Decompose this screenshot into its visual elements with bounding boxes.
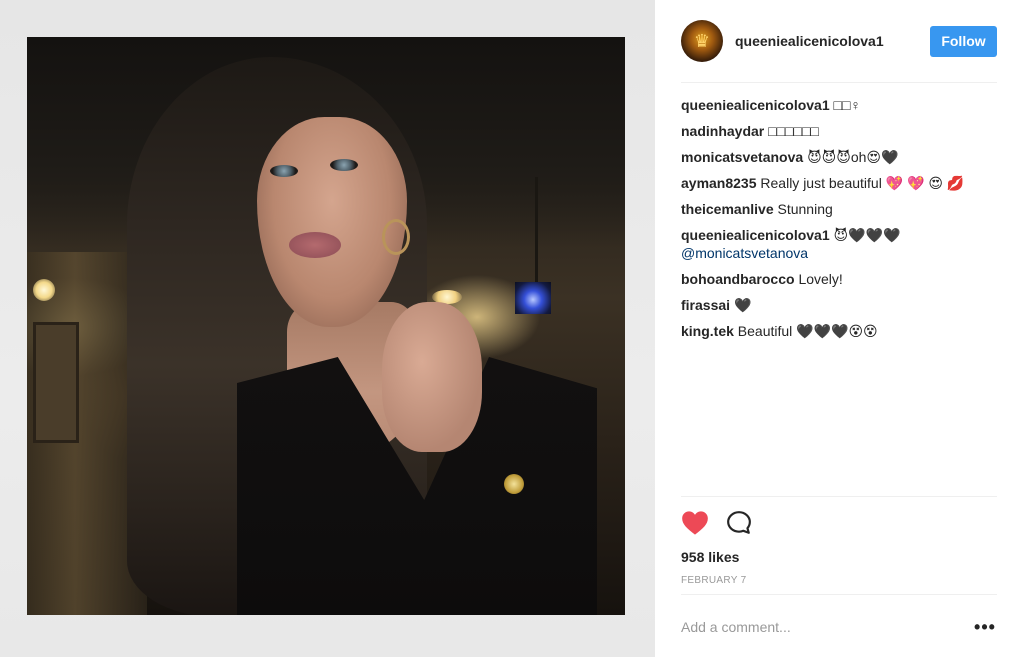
- comment-text: Beautiful 🖤🖤🖤😵😵: [737, 323, 878, 339]
- photo-left-eye: [270, 165, 298, 177]
- comment-author[interactable]: ayman8235: [681, 175, 757, 191]
- photo-pendant-cord: [535, 177, 538, 287]
- comment-text: 😈😈😈oh😍🖤: [807, 149, 899, 165]
- comment-icon[interactable]: [725, 509, 753, 537]
- photo-earring: [382, 219, 410, 255]
- comment-mention-link[interactable]: @monicatsvetanova: [681, 244, 997, 262]
- comment-text: 🖤: [733, 297, 752, 313]
- comment-author[interactable]: nadinhaydar: [681, 123, 764, 139]
- photo-right-eye: [330, 159, 358, 171]
- post-header: ♛ queeniealicenicolova1 Follow: [681, 0, 997, 83]
- avatar-crown-icon[interactable]: ♛: [681, 20, 723, 62]
- comment-author[interactable]: firassai: [681, 297, 730, 313]
- comment-author[interactable]: queeniealicenicolova1: [681, 227, 830, 243]
- comment-author[interactable]: queeniealicenicolova1: [681, 97, 830, 113]
- add-comment-input[interactable]: [681, 618, 973, 635]
- comment-text: Really just beautiful 💖 💖 😍 💋: [760, 175, 965, 191]
- action-icons-row: [681, 497, 997, 549]
- comment-item: firassai 🖤: [681, 296, 997, 314]
- photo-hand: [382, 302, 482, 452]
- photo-blue-light: [515, 282, 551, 314]
- comment-item: theicemanlive Stunning: [681, 200, 997, 218]
- comment-text: Lovely!: [798, 271, 843, 287]
- comment-text: □□□□□□: [768, 123, 819, 139]
- comment-item: king.tek Beautiful 🖤🖤🖤😵😵: [681, 322, 997, 340]
- comment-text: Stunning: [777, 201, 833, 217]
- follow-button[interactable]: Follow: [930, 25, 997, 57]
- photo-picture-frame: [33, 322, 79, 443]
- comment-author[interactable]: monicatsvetanova: [681, 149, 803, 165]
- comment-text: 😈🖤🖤🖤: [833, 227, 901, 243]
- comment-author[interactable]: king.tek: [681, 323, 734, 339]
- post-sidebar: ♛ queeniealicenicolova1 Follow queenieal…: [655, 0, 1023, 657]
- post-actions: 958 likes FEBRUARY 7: [681, 496, 997, 586]
- comment-text: □□♀: [833, 97, 861, 113]
- comments-list: queeniealicenicolova1 □□♀ nadinhaydar □□…: [681, 96, 997, 348]
- likes-count[interactable]: 958 likes: [681, 549, 997, 565]
- photo-lamp-left: [33, 279, 55, 301]
- photo-lips: [289, 232, 341, 258]
- comment-item: nadinhaydar □□□□□□: [681, 122, 997, 140]
- post-photo[interactable]: [27, 37, 625, 615]
- comment-author[interactable]: bohoandbarocco: [681, 271, 795, 287]
- avatar-glyph: ♛: [693, 30, 711, 51]
- add-comment-bar: •••: [681, 594, 997, 658]
- comment-item: queeniealicenicolova1 😈🖤🖤🖤 @monicatsveta…: [681, 226, 997, 262]
- comment-item: monicatsvetanova 😈😈😈oh😍🖤: [681, 148, 997, 166]
- photo-gold-button: [504, 474, 524, 494]
- header-username[interactable]: queeniealicenicolova1: [735, 33, 930, 49]
- comment-item: bohoandbarocco Lovely!: [681, 270, 997, 288]
- heart-icon[interactable]: [681, 509, 709, 537]
- comment-item: queeniealicenicolova1 □□♀: [681, 96, 997, 114]
- more-options-icon[interactable]: •••: [973, 618, 997, 636]
- media-pane: [0, 0, 655, 657]
- comment-item: ayman8235 Really just beautiful 💖 💖 😍 💋: [681, 174, 997, 192]
- post-date: FEBRUARY 7: [681, 575, 747, 586]
- instagram-post: ♛ queeniealicenicolova1 Follow queenieal…: [0, 0, 1023, 657]
- comment-author[interactable]: theicemanlive: [681, 201, 774, 217]
